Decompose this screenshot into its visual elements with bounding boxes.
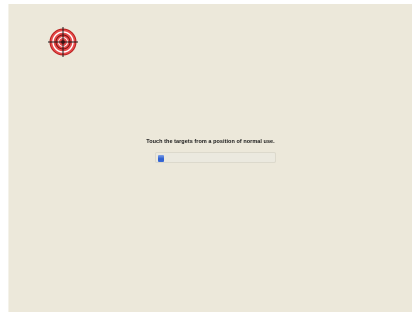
calibration-progress-fill bbox=[158, 155, 164, 162]
calibration-screen: Touch the targets from a position of nor… bbox=[8, 4, 412, 312]
instruction-text: Touch the targets from a position of nor… bbox=[146, 139, 275, 145]
crosshair-target-icon[interactable] bbox=[48, 27, 78, 57]
calibration-progress-bar bbox=[155, 152, 276, 163]
